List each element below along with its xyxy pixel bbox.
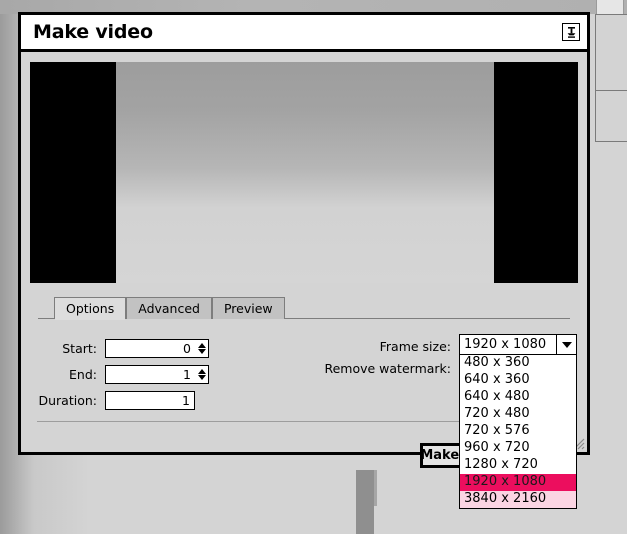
tab-options[interactable]: Options — [54, 297, 127, 320]
tab-preview[interactable]: Preview — [211, 297, 285, 319]
frame-size-option[interactable]: 1920 x 1080 — [460, 474, 576, 491]
dialog-title: Make video — [33, 21, 153, 43]
frame-size-option[interactable]: 3840 x 2160 — [460, 491, 576, 508]
frame-size-option[interactable]: 720 x 480 — [460, 406, 576, 423]
duration-input[interactable]: 1 — [105, 391, 195, 410]
duration-row: Duration: 1 — [21, 391, 211, 410]
end-label: End: — [69, 367, 97, 382]
background-vertical-bar-secondary — [374, 470, 377, 506]
chevron-down-icon[interactable] — [556, 335, 576, 354]
frame-size-combobox-head[interactable]: 1920 x 1080 — [459, 334, 577, 355]
end-input[interactable]: 1 — [106, 366, 195, 383]
frame-size-option[interactable]: 960 x 720 — [460, 440, 576, 457]
chevron-up-icon[interactable] — [197, 369, 206, 374]
background-panel-upper — [595, 14, 627, 92]
dialog-titlebar: Make video — [21, 15, 587, 52]
tabstrip: Options Advanced Preview — [21, 297, 587, 320]
end-stepper-buttons[interactable] — [195, 366, 208, 383]
end-stepper[interactable]: 1 — [105, 365, 209, 384]
background-panel-lower — [595, 90, 627, 142]
options-left-column: Start: 0 End: 1 Duration: 1 — [21, 339, 211, 417]
frame-size-option[interactable]: 1280 x 720 — [460, 457, 576, 474]
background-vertical-bar — [356, 470, 374, 534]
frame-size-option[interactable]: 640 x 480 — [460, 389, 576, 406]
tab-options-label: Options — [66, 301, 115, 316]
chevron-down-glyph — [561, 341, 572, 348]
frame-size-label: Frame size: — [379, 339, 451, 354]
chevron-down-icon[interactable] — [197, 375, 206, 380]
frame-size-option[interactable]: 480 x 360 — [460, 355, 576, 372]
background-scrollbar-stub — [596, 0, 624, 14]
remove-watermark-label: Remove watermark: — [324, 361, 451, 376]
tab-preview-label: Preview — [223, 301, 273, 316]
tab-advanced-label: Advanced — [138, 301, 200, 316]
start-row: Start: 0 — [21, 339, 211, 358]
start-stepper-buttons[interactable] — [195, 340, 208, 357]
chevron-up-icon[interactable] — [197, 343, 206, 348]
preview-section — [21, 52, 587, 283]
frame-size-combobox[interactable]: 1920 x 1080 480 x 360 640 x 360 640 x 480 7… — [459, 334, 577, 509]
pin-glyph — [567, 26, 575, 38]
frame-size-option-list[interactable]: 480 x 360 640 x 360 640 x 480 720 x 480 720 … — [459, 355, 577, 509]
frame-size-option[interactable]: 720 x 576 — [460, 423, 576, 440]
duration-label: Duration: — [38, 393, 97, 408]
frame-size-value: 1920 x 1080 — [464, 337, 547, 352]
pin-icon[interactable] — [562, 23, 580, 41]
tab-advanced[interactable]: Advanced — [126, 297, 212, 319]
start-input[interactable]: 0 — [106, 340, 195, 357]
end-row: End: 1 — [21, 365, 211, 384]
frame-size-option[interactable]: 640 x 360 — [460, 372, 576, 389]
video-preview[interactable] — [30, 62, 578, 283]
preview-gradient-image — [116, 62, 494, 283]
chevron-down-icon[interactable] — [197, 349, 206, 354]
start-label: Start: — [62, 341, 97, 356]
start-stepper[interactable]: 0 — [105, 339, 209, 358]
